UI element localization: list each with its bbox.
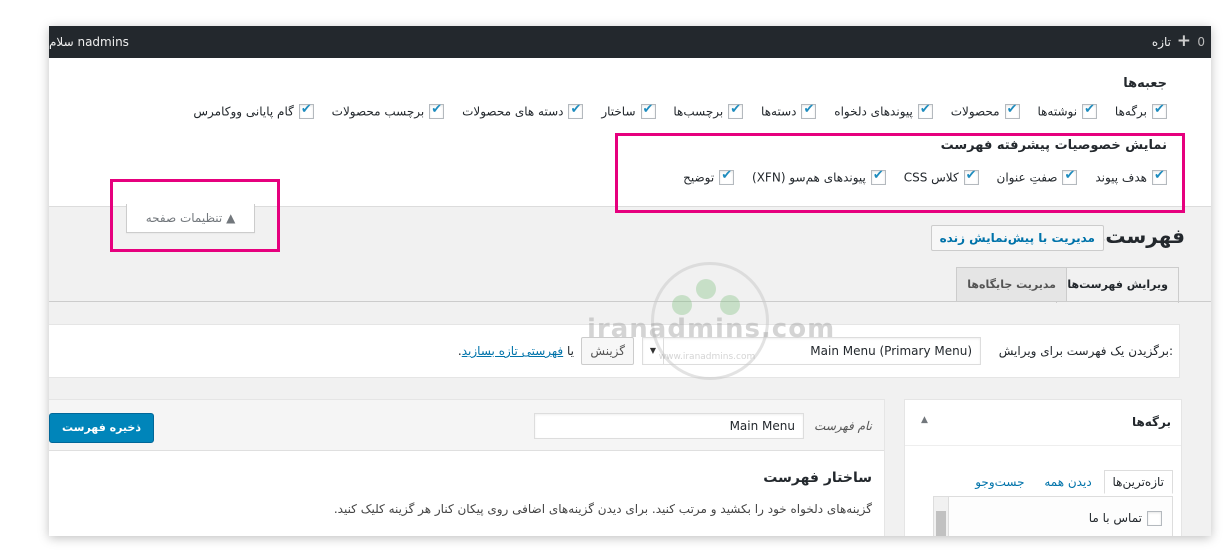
checkbox-label: برچسب‌ها bbox=[673, 104, 724, 119]
check-icon[interactable] bbox=[1082, 102, 1098, 119]
checkbox-tags[interactable]: برچسب‌ها bbox=[673, 102, 744, 119]
scrollbar[interactable] bbox=[934, 497, 949, 536]
checkbox-label: صفتِ عنوان bbox=[996, 170, 1058, 185]
watermark-dot-icon bbox=[696, 279, 716, 299]
wp-admin-window: سلام nadmins تازه + 0 جعبه‌ها برگه‌ها نو… bbox=[49, 26, 1211, 536]
checkbox-label: دسته های محصولات bbox=[462, 104, 564, 119]
or-text: یا bbox=[567, 344, 574, 358]
checkbox-posts[interactable]: نوشته‌ها bbox=[1037, 102, 1098, 119]
check-icon[interactable] bbox=[1062, 168, 1078, 185]
tabs-divider bbox=[49, 301, 1211, 302]
pages-tabs: تازه‌ترین‌ها دیدن همه جست‌وجو bbox=[967, 470, 1173, 494]
check-icon[interactable] bbox=[1152, 168, 1167, 185]
checkbox-label: کلاس CSS bbox=[903, 170, 959, 185]
checkbox-pages[interactable]: برگه‌ها bbox=[1114, 102, 1167, 119]
menu-structure-description: گزینه‌های دلخواه خود را بکشید و مرتب کنی… bbox=[333, 502, 872, 516]
checkbox-label: نوشته‌ها bbox=[1037, 104, 1078, 119]
menu-select-bar: برگزیدن یک فهرست برای ویرایش: Main Menu … bbox=[49, 324, 1180, 378]
checkbox-description[interactable]: توضیح bbox=[683, 168, 735, 185]
checkbox-product-tags[interactable]: برچسب محصولات bbox=[331, 102, 445, 119]
scrollbar-thumb[interactable] bbox=[936, 511, 946, 536]
select-button[interactable]: گزینش bbox=[581, 337, 634, 365]
manage-live-preview-button[interactable]: مدیریت با پیش‌نمایش زنده bbox=[930, 225, 1104, 251]
menu-select-dropdown[interactable]: Main Menu (Primary Menu) ▼ bbox=[642, 337, 981, 365]
check-icon[interactable] bbox=[870, 168, 886, 185]
check-icon[interactable] bbox=[640, 102, 656, 119]
check-icon[interactable] bbox=[719, 168, 735, 185]
checkbox-product-categories[interactable]: دسته های محصولات bbox=[462, 102, 584, 119]
pages-metabox: برگه‌ها ▲ تازه‌ترین‌ها دیدن همه جست‌وجو … bbox=[904, 399, 1182, 536]
checkbox-xfn[interactable]: پیوندهای هم‌سو (XFN) bbox=[752, 168, 886, 185]
menu-name-value: Main Menu bbox=[729, 419, 795, 433]
tab-manage-locations[interactable]: مدیریت جایگاه‌ها bbox=[956, 267, 1067, 302]
toggle-arrow-icon[interactable]: ▲ bbox=[921, 415, 928, 425]
menu-edit-panel: ذخیره فهرست Main Menu نام فهرست ساختار ف… bbox=[49, 399, 885, 536]
save-menu-button[interactable]: ذخیره فهرست bbox=[49, 413, 154, 443]
check-icon[interactable] bbox=[429, 102, 445, 119]
check-icon[interactable] bbox=[1004, 102, 1020, 119]
pages-metabox-title: برگه‌ها bbox=[1131, 415, 1171, 429]
menu-name-label: نام فهرست bbox=[814, 419, 872, 433]
list-item[interactable]: تماس با ما bbox=[1089, 511, 1162, 526]
checkbox-label: دسته‌ها bbox=[761, 104, 797, 119]
checkbox-label: ساختار bbox=[601, 104, 636, 119]
select-menu-label: برگزیدن یک فهرست برای ویرایش: bbox=[998, 344, 1173, 358]
tab-edit-menus[interactable]: ویرایش فهرست‌ها bbox=[1056, 267, 1179, 303]
tab-view-all[interactable]: دیدن همه bbox=[1036, 471, 1099, 493]
check-icon[interactable] bbox=[963, 168, 979, 185]
checkbox-label: محصولات bbox=[950, 104, 1000, 119]
checkbox-label: توضیح bbox=[683, 170, 715, 185]
checkbox-label: پیوندهای هم‌سو (XFN) bbox=[752, 170, 866, 185]
checkbox-categories[interactable]: دسته‌ها bbox=[761, 102, 817, 119]
check-icon[interactable] bbox=[728, 102, 744, 119]
advanced-checkbox-row: هدف پیوند صفتِ عنوان کلاس CSS پیوندهای ه… bbox=[669, 168, 1167, 185]
check-icon[interactable] bbox=[801, 102, 817, 119]
pages-metabox-header[interactable]: برگه‌ها ▲ bbox=[905, 400, 1181, 446]
checkbox-woocommerce-endpoints[interactable]: گام پایانی ووکامرس bbox=[193, 102, 314, 119]
checkbox-label: هدف پیوند bbox=[1095, 170, 1147, 185]
new-content-link[interactable]: تازه bbox=[1152, 35, 1171, 49]
screen-options-panel: جعبه‌ها برگه‌ها نوشته‌ها محصولات پیوندها… bbox=[49, 58, 1211, 207]
check-icon[interactable] bbox=[298, 102, 314, 119]
checkbox-label: برچسب محصولات bbox=[331, 104, 425, 119]
tab-search[interactable]: جست‌وجو bbox=[967, 471, 1032, 493]
admin-bar: سلام nadmins تازه + 0 bbox=[49, 26, 1211, 58]
screen-options-toggle[interactable]: تنظیمات صفحه ▲ bbox=[126, 204, 255, 233]
account-greeting[interactable]: سلام nadmins bbox=[49, 35, 129, 49]
boxes-title: جعبه‌ها bbox=[1123, 76, 1167, 91]
checkbox-css-classes[interactable]: کلاس CSS bbox=[903, 168, 979, 185]
checkbox-label: پیوندهای دلخواه bbox=[834, 104, 913, 119]
boxes-checkbox-row: برگه‌ها نوشته‌ها محصولات پیوندهای دلخواه… bbox=[179, 102, 1167, 119]
dropdown-arrow-icon[interactable]: ▼ bbox=[643, 338, 664, 364]
list-item-label: تماس با ما bbox=[1088, 511, 1142, 525]
plus-icon[interactable]: + bbox=[1177, 31, 1191, 51]
check-icon[interactable] bbox=[568, 102, 584, 119]
tab-most-recent[interactable]: تازه‌ترین‌ها bbox=[1103, 470, 1173, 494]
menu-name-input[interactable]: Main Menu bbox=[534, 413, 804, 439]
checkbox-format[interactable]: ساختار bbox=[601, 102, 656, 119]
create-new-menu-link[interactable]: فهرستی تازه بسازید bbox=[462, 344, 563, 358]
checkbox-title-attribute[interactable]: صفتِ عنوان bbox=[996, 168, 1078, 185]
watermark-dot-icon bbox=[672, 295, 692, 315]
pages-list: تماس با ما bbox=[933, 496, 1173, 536]
menu-structure-title: ساختار فهرست bbox=[763, 470, 872, 486]
checkbox-label: برگه‌ها bbox=[1114, 104, 1147, 119]
advanced-properties-title: نمایش خصوصیات پیشرفته فهرست bbox=[940, 138, 1167, 153]
comments-counter[interactable]: 0 bbox=[1197, 35, 1205, 49]
check-icon[interactable] bbox=[1152, 102, 1167, 119]
menu-header: ذخیره فهرست Main Menu نام فهرست bbox=[49, 400, 884, 451]
checkbox-products[interactable]: محصولات bbox=[950, 102, 1020, 119]
create-menu-text: یا فهرستی تازه بسازید. bbox=[458, 344, 574, 358]
checkbox-custom-links[interactable]: پیوندهای دلخواه bbox=[834, 102, 933, 119]
checkbox-link-target[interactable]: هدف پیوند bbox=[1095, 168, 1167, 185]
checkbox-icon[interactable] bbox=[1147, 511, 1162, 526]
check-icon[interactable] bbox=[917, 102, 933, 119]
selected-menu-value: Main Menu (Primary Menu) bbox=[810, 344, 972, 358]
watermark-dot-icon bbox=[720, 295, 740, 315]
checkbox-label: گام پایانی ووکامرس bbox=[193, 104, 294, 119]
